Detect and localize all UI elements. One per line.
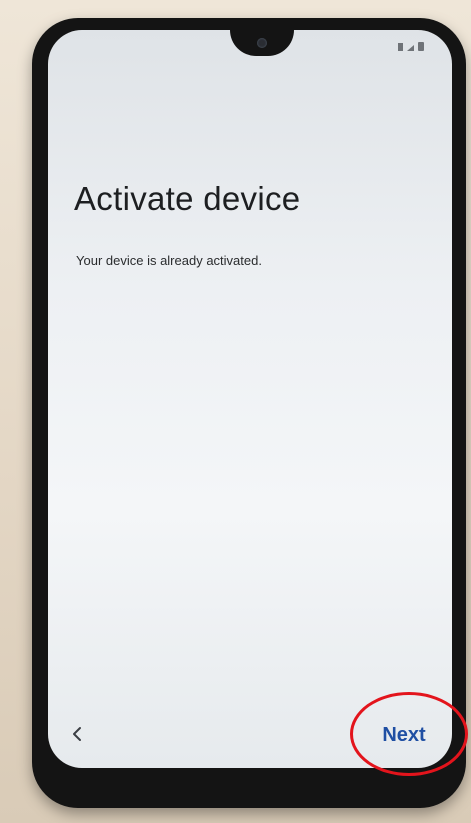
chevron-left-icon (73, 727, 81, 741)
activation-status-message: Your device is already activated. (76, 253, 262, 268)
signal-icon (398, 43, 403, 51)
back-button[interactable] (66, 722, 90, 746)
status-bar (398, 42, 424, 51)
camera-notch (230, 30, 294, 56)
front-camera-icon (257, 38, 267, 48)
phone-screen: Activate device Your device is already a… (48, 30, 452, 768)
cell-signal-icon (407, 45, 414, 51)
page-title: Activate device (74, 180, 301, 217)
battery-icon (418, 42, 424, 51)
next-button[interactable]: Next (372, 722, 436, 748)
